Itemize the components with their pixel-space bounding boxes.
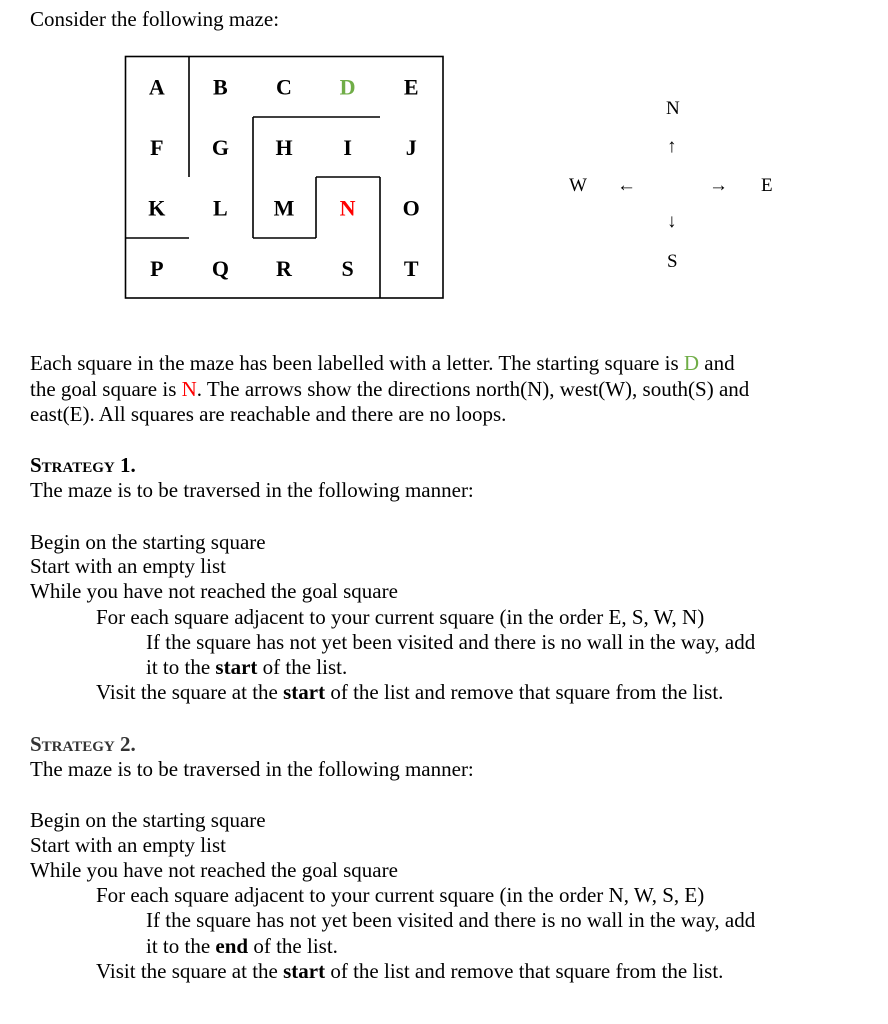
compass-south-label: S <box>667 251 678 272</box>
south-arrow-icon: ↓ <box>667 211 677 232</box>
maze-diagram: A B C D E F G H I J K L M N O P Q R S T <box>124 55 444 299</box>
maze-cell-l: L <box>213 195 228 220</box>
start-square-letter: D <box>683 351 700 375</box>
strategy2-step: Begin on the starting square <box>30 808 266 832</box>
maze-cell-m: M <box>274 195 295 220</box>
strategy2-intro: The maze is to be traversed in the follo… <box>30 757 474 781</box>
maze-cell-p: P <box>150 256 163 281</box>
strategy2-heading: Strategy 2. <box>30 732 136 756</box>
east-arrow-icon: → <box>709 175 728 196</box>
maze-cell-h: H <box>275 135 292 160</box>
maze-cell-o: O <box>403 195 420 220</box>
strategy1-step: If the square has not yet been visited a… <box>146 630 756 654</box>
step-emphasis: end <box>215 934 249 958</box>
west-arrow-icon: ← <box>617 175 636 196</box>
strategy2-step: While you have not reached the goal squa… <box>30 858 398 882</box>
maze-cell-c: C <box>276 74 292 99</box>
maze-cell-b: B <box>213 74 228 99</box>
description-text: and <box>699 351 735 375</box>
description-line-2: the goal square is N. The arrows show th… <box>30 377 749 402</box>
maze-cell-i: I <box>343 135 352 160</box>
strategy2-step: it to the end of the list. <box>146 934 338 959</box>
strategy1-step: it to the start of the list. <box>146 655 347 680</box>
maze-cell-g: G <box>212 135 229 160</box>
step-emphasis: start <box>215 655 258 679</box>
strategy1-step: Begin on the starting square <box>30 530 266 554</box>
goal-square-letter: N <box>181 377 197 401</box>
maze-cell-t: T <box>404 256 419 281</box>
strategy2-step: Start with an empty list <box>30 833 226 857</box>
maze-cell-d: D <box>340 74 356 99</box>
description-line-3: east(E). All squares are reachable and t… <box>30 402 507 426</box>
strategy2-step: Visit the square at the start of the lis… <box>96 959 723 984</box>
step-text: of the list and remove that square from … <box>325 959 724 983</box>
step-emphasis: start <box>283 959 326 983</box>
strategy1-step: While you have not reached the goal squa… <box>30 579 398 603</box>
maze-cell-a: A <box>149 74 165 99</box>
maze-cell-f: F <box>150 135 163 160</box>
maze-cell-e: E <box>404 74 419 99</box>
description-line-1: Each square in the maze has been labelle… <box>30 351 735 376</box>
step-text: Visit the square at the <box>96 959 284 983</box>
maze-cell-k: K <box>148 195 165 220</box>
step-text: Visit the square at the <box>96 680 284 704</box>
step-emphasis: start <box>283 680 326 704</box>
strategy2-step: If the square has not yet been visited a… <box>146 908 756 932</box>
step-text: it to the <box>146 934 216 958</box>
step-text: of the list. <box>257 655 348 679</box>
compass-east-label: E <box>761 175 773 196</box>
strategy1-step: Visit the square at the start of the lis… <box>96 680 723 705</box>
strategy1-step: Start with an empty list <box>30 554 226 578</box>
step-text: of the list. <box>248 934 338 958</box>
strategy1-step: For each square adjacent to your current… <box>96 605 705 629</box>
maze-cell-n: N <box>340 195 356 220</box>
maze-cell-q: Q <box>212 256 229 281</box>
maze-cell-r: R <box>276 256 293 281</box>
step-text: it to the <box>146 655 216 679</box>
strategy1-heading: Strategy 1. <box>30 453 136 477</box>
strategy1-intro: The maze is to be traversed in the follo… <box>30 478 474 502</box>
compass-west-label: W <box>569 175 587 196</box>
north-arrow-icon: ↑ <box>667 136 677 157</box>
description-text: Each square in the maze has been labelle… <box>30 351 684 375</box>
maze-cell-s: S <box>341 256 353 281</box>
compass-north-label: N <box>666 98 680 119</box>
maze-cell-j: J <box>406 135 417 160</box>
strategy2-step: For each square adjacent to your current… <box>96 883 705 907</box>
description-text: . The arrows show the directions north(N… <box>196 377 750 401</box>
step-text: of the list and remove that square from … <box>325 680 724 704</box>
description-text: the goal square is <box>30 377 182 401</box>
